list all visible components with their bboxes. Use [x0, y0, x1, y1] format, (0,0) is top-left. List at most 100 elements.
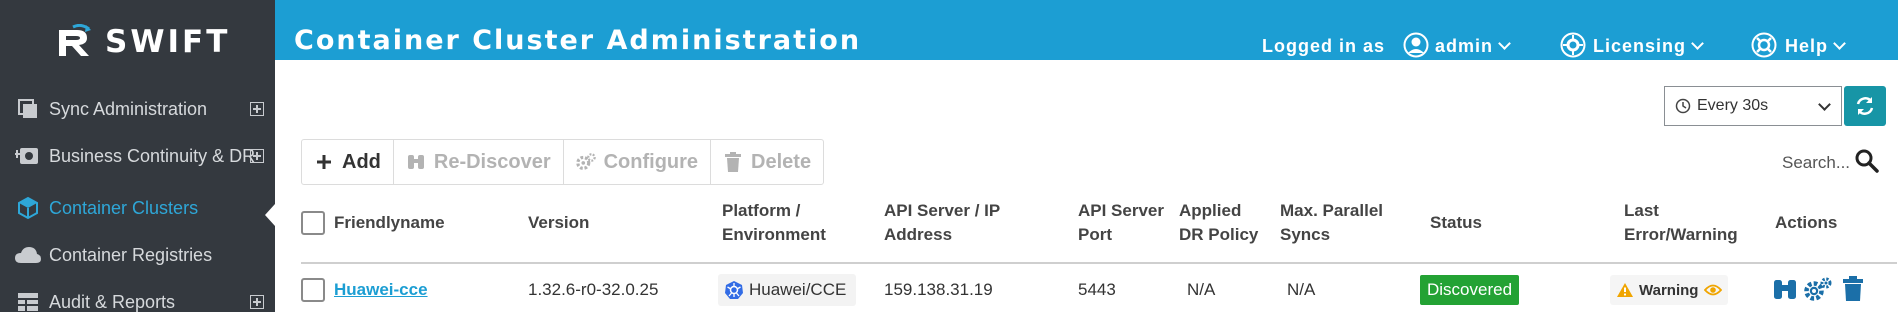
select-all-checkbox[interactable]	[301, 211, 325, 235]
search-icon[interactable]	[1854, 148, 1880, 174]
column-header-line: Last	[1624, 201, 1659, 220]
column-header-status[interactable]: Status	[1430, 211, 1482, 235]
help-icon	[1751, 32, 1777, 58]
column-header-line: API Server / IP	[884, 201, 1001, 220]
column-header-line: Port	[1078, 225, 1112, 244]
sidebar-item-container-registries[interactable]: Container Registries	[0, 235, 275, 275]
help-label: Help	[1785, 36, 1829, 56]
sidebar-item-label: Business Continuity & DR	[49, 145, 256, 166]
search-placeholder: Search...	[1782, 153, 1851, 172]
top-header: Container Cluster Administration Logged …	[275, 0, 1898, 60]
active-indicator	[265, 204, 275, 226]
kubernetes-icon	[725, 281, 743, 299]
add-label: Add	[342, 150, 381, 173]
gears-icon	[575, 152, 596, 172]
column-header-dr-policy[interactable]: Applied DR Policy	[1179, 199, 1258, 247]
chevron-down-icon	[1818, 98, 1831, 111]
logged-in-label: Logged in as	[1262, 36, 1386, 56]
column-header-last-error[interactable]: Last Error/Warning	[1624, 199, 1738, 247]
licensing-menu[interactable]: Licensing	[1593, 36, 1704, 57]
warning-icon	[1617, 283, 1633, 297]
table-header-divider	[301, 262, 1897, 264]
delete-button[interactable]: Delete	[711, 140, 823, 184]
column-header-line: Platform /	[722, 201, 801, 220]
eye-icon[interactable]	[1704, 283, 1723, 297]
column-header-line: Environment	[722, 225, 826, 244]
business-continuity-icon	[14, 143, 42, 169]
rediscover-label: Re-Discover	[433, 150, 551, 173]
sidebar-item-sync-administration[interactable]: Sync Administration	[0, 89, 275, 129]
column-header-line: Error/Warning	[1624, 225, 1738, 244]
column-header-version[interactable]: Version	[528, 211, 589, 235]
chevron-down-icon	[1691, 37, 1704, 50]
column-header-line: Max. Parallel	[1280, 201, 1384, 220]
column-header-line: DR Policy	[1179, 225, 1259, 244]
add-button[interactable]: Add	[302, 140, 394, 184]
licensing-label: Licensing	[1593, 36, 1687, 56]
page-title: Container Cluster Administration	[294, 25, 862, 56]
binoculars-icon	[1774, 280, 1796, 299]
cell-port: 5443	[1078, 280, 1116, 299]
action-toolbar: Add Re-Discover Configure Delete	[301, 139, 825, 185]
sidebar-item-container-clusters[interactable]: Container Clusters	[0, 188, 275, 228]
configure-label: Configure	[603, 150, 699, 173]
chevron-down-icon	[1498, 37, 1511, 50]
trash-icon	[723, 152, 743, 172]
sidebar-item-audit-reports[interactable]: Audit & Reports	[0, 282, 275, 322]
cell-dr-policy: N/A	[1187, 280, 1216, 299]
configure-action-button[interactable]	[1803, 274, 1833, 304]
search-box[interactable]: Search...	[1770, 148, 1890, 178]
expand-icon[interactable]	[250, 295, 264, 309]
expand-icon[interactable]	[250, 102, 264, 116]
user-menu[interactable]: admin	[1435, 36, 1511, 57]
sidebar-item-business-continuity[interactable]: Business Continuity & DR	[0, 136, 275, 176]
column-header-max-syncs[interactable]: Max. Parallel Syncs	[1280, 199, 1383, 247]
rediscover-action-button[interactable]	[1770, 274, 1800, 304]
cell-api-address: 159.138.31.19	[884, 280, 993, 299]
sidebar-item-label: Sync Administration	[49, 98, 208, 119]
refresh-button[interactable]	[1844, 86, 1886, 126]
row-checkbox[interactable]	[301, 278, 325, 302]
sidebar-item-label: Container Registries	[49, 244, 213, 265]
cluster-name-link[interactable]: Huawei-cce	[334, 280, 428, 300]
cell-max-syncs: N/A	[1287, 280, 1316, 299]
refresh-icon	[1856, 97, 1874, 115]
column-header-platform[interactable]: Platform / Environment	[722, 199, 826, 247]
cube-icon	[14, 195, 42, 221]
cell-last-error: Warning	[1639, 281, 1699, 299]
licensing-icon	[1560, 32, 1586, 58]
delete-action-button[interactable]	[1838, 274, 1868, 304]
user-icon	[1403, 32, 1429, 58]
column-header-line: Address	[884, 225, 953, 244]
user-name: admin	[1435, 36, 1494, 56]
column-header-friendlyname[interactable]: Friendlyname	[334, 211, 445, 235]
logo-text: SWIFT	[105, 24, 231, 60]
configure-button[interactable]: Configure	[564, 140, 712, 184]
trash-icon	[1843, 276, 1863, 301]
column-header-line: Syncs	[1280, 225, 1331, 244]
rediscover-button[interactable]: Re-Discover	[394, 140, 564, 184]
swift-logo-icon	[59, 24, 91, 56]
column-header-line: API Server	[1078, 201, 1164, 220]
platform-tag: Huawei/CCE	[718, 274, 857, 306]
logo[interactable]: SWIFT	[55, 22, 230, 62]
cell-version: 1.32.6-r0-32.0.25	[528, 280, 659, 299]
sidebar: SWIFT Sync Administration Business Conti…	[0, 0, 275, 312]
plus-icon	[314, 152, 334, 172]
clock-icon	[1675, 98, 1691, 114]
binoculars-icon	[406, 152, 426, 172]
help-menu[interactable]: Help	[1785, 36, 1846, 57]
expand-icon[interactable]	[250, 149, 264, 163]
sidebar-item-label: Container Clusters	[49, 197, 199, 218]
sync-icon	[14, 96, 42, 122]
chevron-down-icon	[1833, 37, 1846, 50]
column-header-line: Applied	[1179, 201, 1242, 220]
column-header-api-address[interactable]: API Server / IP Address	[884, 199, 1000, 247]
cloud-icon	[14, 242, 42, 268]
column-header-port[interactable]: API Server Port	[1078, 199, 1164, 247]
sidebar-item-label: Audit & Reports	[49, 291, 176, 312]
warning-tag[interactable]: Warning	[1610, 275, 1729, 305]
refresh-interval-select[interactable]: Every 30s	[1664, 86, 1842, 126]
delete-label: Delete	[751, 150, 812, 173]
column-header-actions: Actions	[1775, 213, 1838, 232]
